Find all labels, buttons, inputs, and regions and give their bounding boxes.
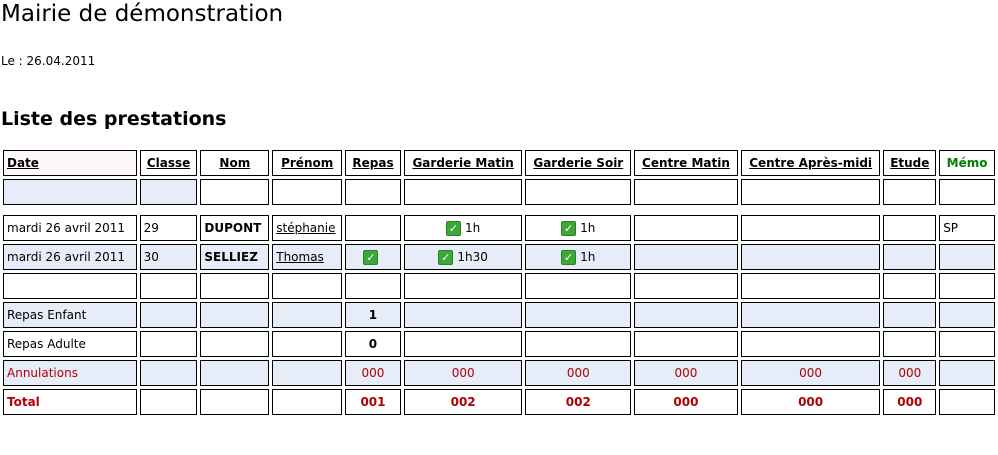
total-centre-apres-midi: 000 — [740, 389, 881, 415]
etude-cell — [883, 215, 937, 241]
col-repas-header[interactable]: Repas — [345, 150, 401, 176]
date-cell: mardi 26 avril 2011 — [3, 244, 137, 270]
repas-enfant-row: Repas Enfant 1 — [3, 302, 995, 328]
classe-cell: 30 — [139, 244, 198, 270]
repas-cell — [345, 215, 401, 241]
etude-cell — [883, 244, 937, 270]
checkbox-checked-icon[interactable]: ✓ — [446, 220, 462, 236]
filter-cell — [403, 179, 523, 205]
annulations-garderie-matin: 000 — [403, 360, 523, 386]
filter-cell — [939, 179, 995, 205]
filter-date-cell — [3, 179, 137, 205]
centre-apres-midi-cell — [740, 215, 881, 241]
col-centre-matin-header[interactable]: Centre Matin — [634, 150, 738, 176]
filter-cell — [525, 179, 632, 205]
total-label: Total — [3, 389, 137, 415]
filter-row — [3, 179, 995, 205]
date-cell: mardi 26 avril 2011 — [3, 215, 137, 241]
repas-adulte-value: 0 — [345, 331, 401, 357]
col-etude-header[interactable]: Etude — [883, 150, 937, 176]
filter-cell — [272, 179, 343, 205]
checkbox-checked-icon[interactable]: ✓ — [561, 220, 577, 236]
prenom-link[interactable]: stéphanie — [276, 221, 335, 235]
garderie-matin-value: 1h30 — [457, 249, 488, 264]
total-row: Total 001 002 002 000 000 000 — [3, 389, 995, 415]
memo-cell: SP — [939, 215, 995, 241]
prenom-cell[interactable]: stéphanie — [272, 215, 343, 241]
repas-enfant-value: 1 — [345, 302, 401, 328]
prenom-cell[interactable]: Thomas — [272, 244, 343, 270]
garderie-matin-cell: ✓ 1h30 — [403, 244, 523, 270]
garderie-matin-cell: ✓ 1h — [403, 215, 523, 241]
filter-cell — [634, 179, 738, 205]
filter-cell — [200, 179, 270, 205]
table-row: mardi 26 avril 2011 30 SELLIEZ Thomas ✓ … — [3, 244, 995, 270]
filter-classe-cell — [139, 179, 198, 205]
total-repas: 001 — [345, 389, 401, 415]
centre-apres-midi-cell — [740, 244, 881, 270]
col-garderie-soir-header[interactable]: Garderie Soir — [525, 150, 632, 176]
col-centre-apres-midi-header[interactable]: Centre Après-midi — [740, 150, 881, 176]
filter-cell — [740, 179, 881, 205]
col-date-header[interactable]: Date — [3, 150, 137, 176]
centre-matin-cell — [634, 215, 738, 241]
col-prenom-header[interactable]: Prénom — [272, 150, 343, 176]
garderie-matin-value: 1h — [465, 220, 481, 235]
classe-cell: 29 — [139, 215, 198, 241]
nom-cell: SELLIEZ — [200, 244, 270, 270]
annulations-repas: 000 — [345, 360, 401, 386]
annulations-garderie-soir: 000 — [525, 360, 632, 386]
garderie-soir-cell: ✓ 1h — [525, 244, 632, 270]
repas-adulte-label: Repas Adulte — [3, 331, 137, 357]
checkbox-checked-icon[interactable]: ✓ — [438, 249, 454, 265]
total-garderie-matin: 002 — [403, 389, 523, 415]
col-memo-header: Mémo — [939, 150, 995, 176]
annulations-etude: 000 — [883, 360, 937, 386]
header-row: Date Classe Nom Prénom Repas Garderie Ma… — [3, 150, 995, 176]
col-nom-header[interactable]: Nom — [200, 150, 270, 176]
table-row: mardi 26 avril 2011 29 DUPONT stéphanie … — [3, 215, 995, 241]
annulations-row: Annulations 000 000 000 000 000 000 — [3, 360, 995, 386]
col-garderie-matin-header[interactable]: Garderie Matin — [403, 150, 523, 176]
annulations-centre-apres-midi: 000 — [740, 360, 881, 386]
filter-cell — [883, 179, 937, 205]
annulations-centre-matin: 000 — [634, 360, 738, 386]
garderie-soir-value: 1h — [580, 220, 596, 235]
garderie-soir-value: 1h — [580, 249, 596, 264]
date-line: Le : 26.04.2011 — [1, 54, 96, 68]
total-centre-matin: 000 — [634, 389, 738, 415]
page-title: Mairie de démonstration — [1, 1, 284, 27]
memo-cell — [939, 244, 995, 270]
repas-cell: ✓ — [345, 244, 401, 270]
repas-adulte-row: Repas Adulte 0 — [3, 331, 995, 357]
repas-enfant-label: Repas Enfant — [3, 302, 137, 328]
empty-row — [3, 273, 995, 299]
centre-matin-cell — [634, 244, 738, 270]
checkbox-checked-icon[interactable]: ✓ — [561, 249, 577, 265]
filter-cell — [345, 179, 401, 205]
prestations-table: Date Classe Nom Prénom Repas Garderie Ma… — [0, 147, 998, 418]
total-garderie-soir: 002 — [525, 389, 632, 415]
total-etude: 000 — [883, 389, 937, 415]
section-title: Liste des prestations — [1, 108, 227, 130]
nom-cell: DUPONT — [200, 215, 270, 241]
annulations-label: Annulations — [3, 360, 137, 386]
checkbox-checked-icon[interactable]: ✓ — [363, 249, 379, 265]
garderie-soir-cell: ✓ 1h — [525, 215, 632, 241]
prenom-link[interactable]: Thomas — [276, 250, 324, 264]
col-classe-header[interactable]: Classe — [139, 150, 198, 176]
